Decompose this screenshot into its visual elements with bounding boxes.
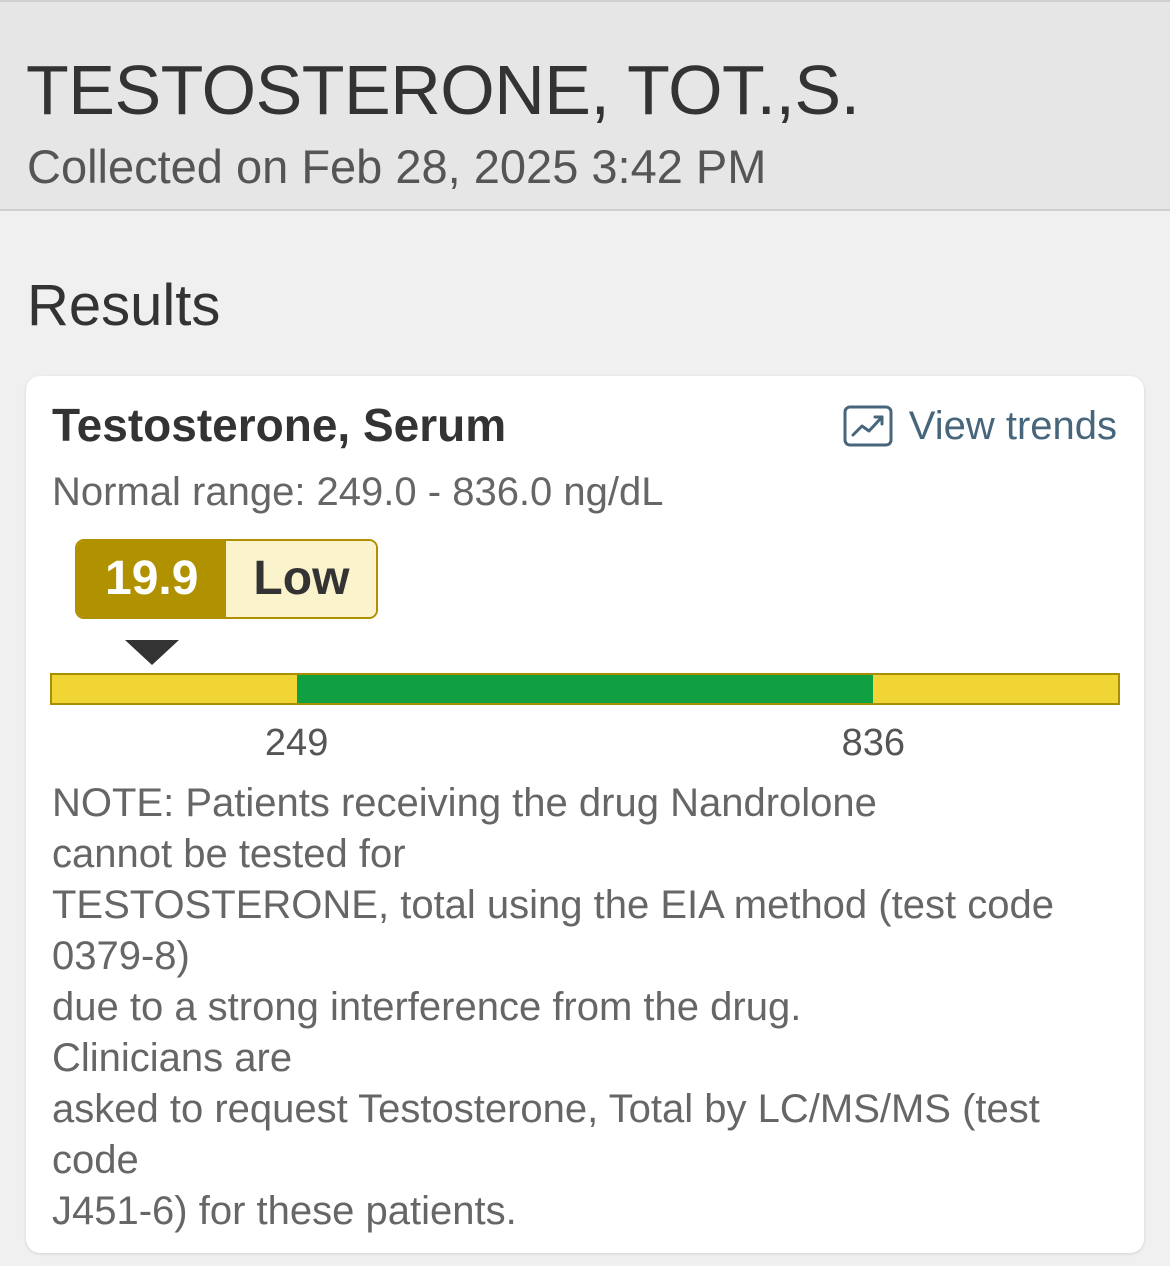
result-badge: 19.9 Low <box>75 539 379 619</box>
range-bar-high-segment <box>873 675 1118 703</box>
normal-range: Normal range: 249.0 - 836.0 ng/dL <box>52 470 664 514</box>
view-trends-link[interactable]: View trends <box>843 402 1117 450</box>
value-pointer-icon <box>124 640 179 665</box>
reference-range-bar <box>50 673 1120 705</box>
collected-date: Collected on Feb 28, 2025 3:42 PM <box>27 140 767 193</box>
result-status: Low <box>226 541 377 617</box>
view-trends-label: View trends <box>908 404 1117 448</box>
results-heading: Results <box>27 273 221 338</box>
range-bar-normal-segment <box>296 675 874 703</box>
result-note: NOTE: Patients receiving the drug Nandro… <box>52 781 1054 1233</box>
range-bar-low-segment <box>52 675 297 703</box>
result-value: 19.9 <box>77 541 227 617</box>
trend-chart-icon <box>843 405 893 447</box>
page-title: TESTOSTERONE, TOT.,S. <box>26 51 860 129</box>
range-tick-low: 249 <box>264 722 329 764</box>
result-card: Testosterone, Serum View trends Normal r… <box>26 376 1144 1253</box>
page-header: TESTOSTERONE, TOT.,S. Collected on Feb 2… <box>0 0 1170 211</box>
test-name: Testosterone, Serum <box>52 399 507 451</box>
range-tick-high: 836 <box>841 722 906 764</box>
